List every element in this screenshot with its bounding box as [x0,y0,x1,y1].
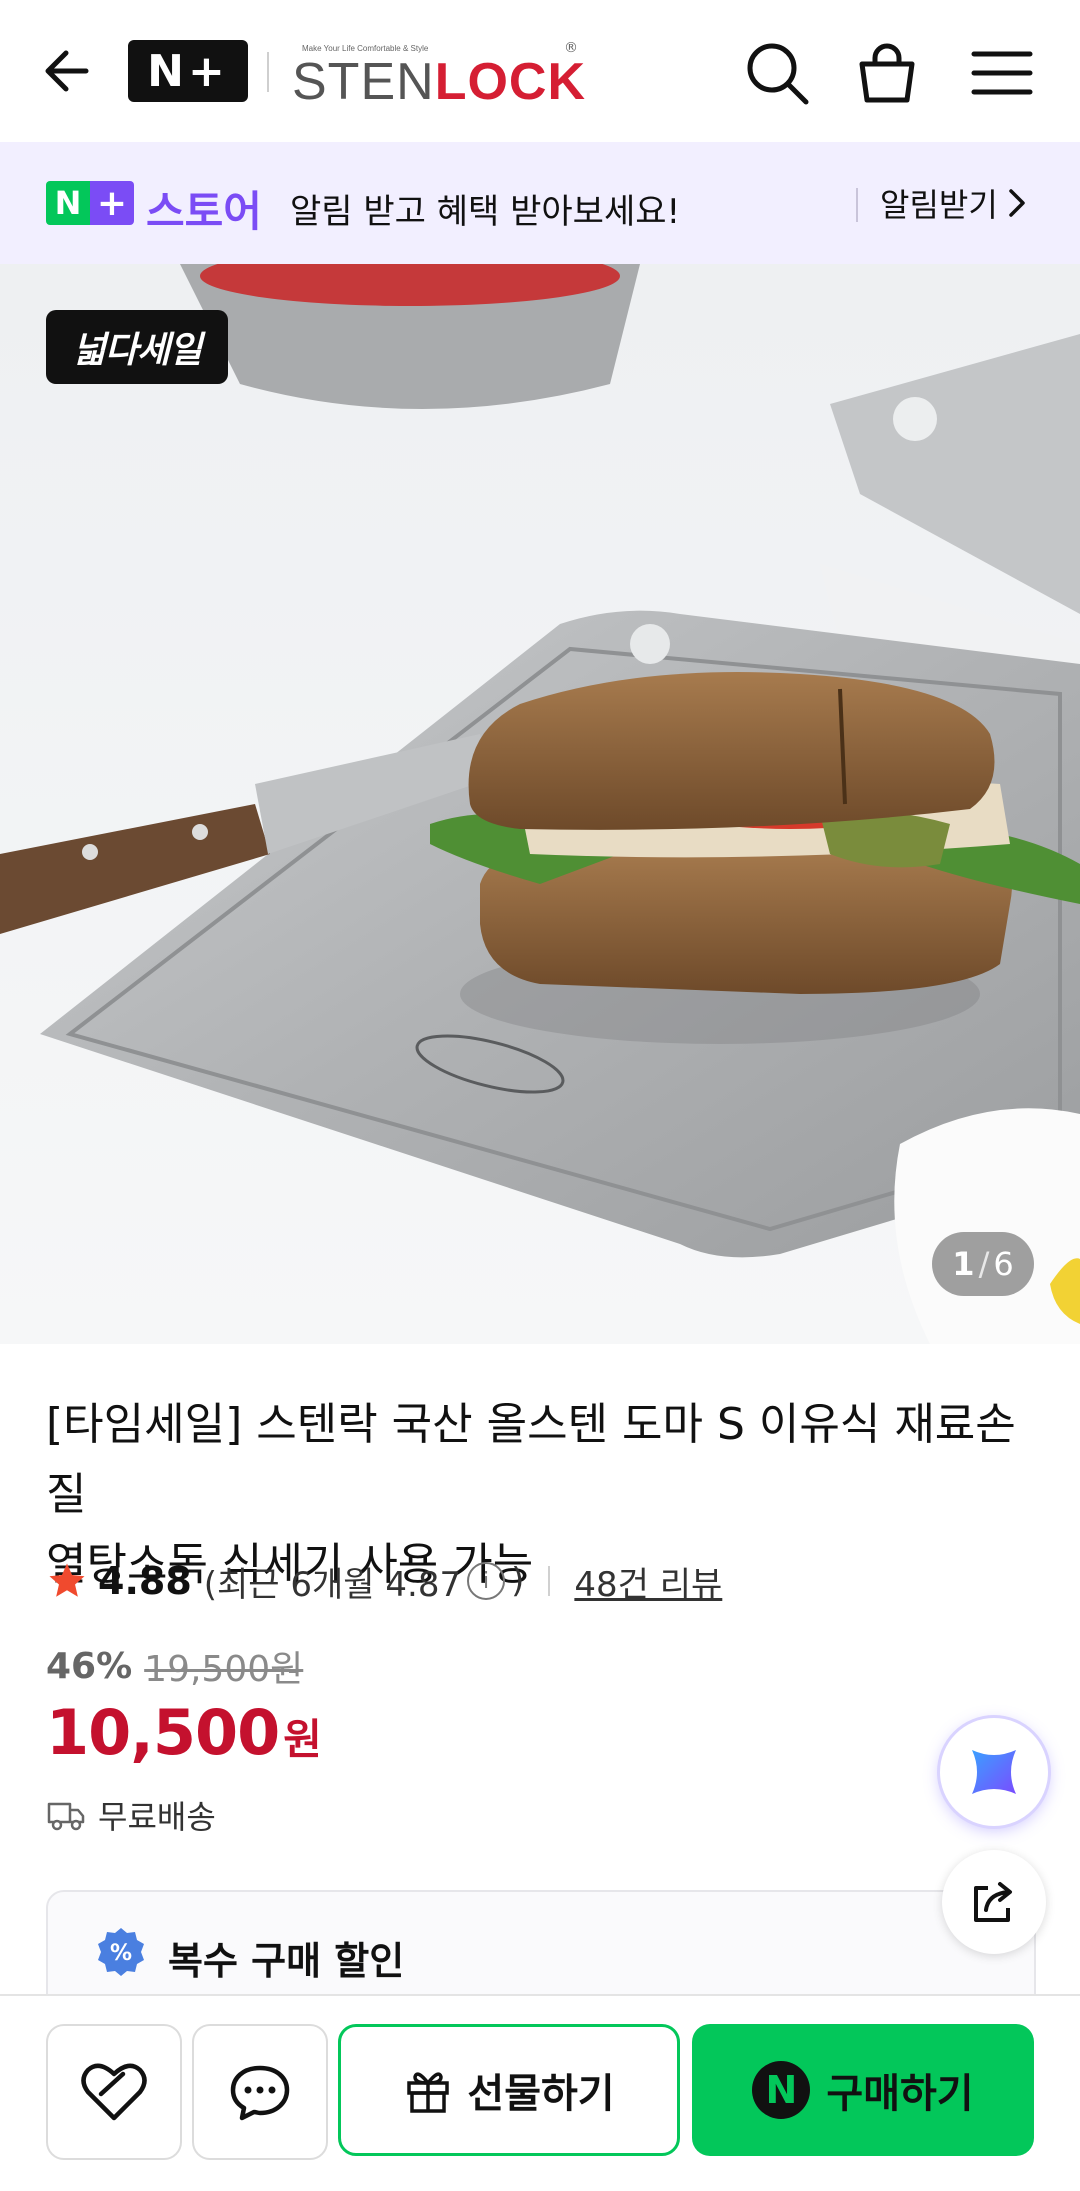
wishlist-button[interactable] [46,2024,182,2160]
chat-inquiry-button[interactable] [192,2024,328,2160]
image-separator: / [978,1245,990,1283]
brand-lock: LOCK [434,53,587,111]
price-unit: 원 [283,1715,322,1764]
subscribe-alert-button[interactable]: 알림받기 [880,180,1028,226]
star-icon [49,1563,85,1597]
discount-percent: 46% [46,1645,133,1687]
review-count-link[interactable]: 48건 리뷰 [574,1557,722,1606]
heart-outline-icon [81,2063,147,2121]
brand-wordmark: STENLOCK [292,52,586,112]
gift-button[interactable]: 선물하기 [338,2024,680,2156]
sale-price: 10,500 원 [46,1696,322,1769]
share-icon [974,1882,1012,1922]
header-divider [267,52,269,92]
hamburger-icon [971,51,1033,95]
image-current: 1 [952,1245,975,1283]
brand-sten: STEN [292,53,435,111]
ai-sparkle-icon [972,1750,1016,1794]
arrow-left-icon [45,50,89,92]
search-icon [747,43,809,105]
price-amount: 10,500 [46,1696,280,1769]
share-button[interactable] [942,1850,1046,1954]
image-total: 6 [993,1245,1014,1283]
original-price: 19,500원 [144,1649,304,1690]
menu-button[interactable] [962,36,1042,110]
shopping-bag-icon [859,43,915,103]
discount-badge-glyph: % [110,1941,132,1966]
promo-title: 복수 구매 할인 [168,1939,405,1983]
cart-button[interactable] [850,36,924,110]
sale-event-badge: 넓다세일 [46,310,228,384]
product-image-carousel[interactable] [0,264,1080,1344]
shipping-label: 무료배송 [98,1798,216,1836]
badge-plus: + [90,181,134,225]
truck-icon [47,1802,85,1831]
back-button[interactable] [36,36,106,106]
purchase-button[interactable]: N 구매하기 [692,2024,1034,2156]
discount-badge-icon: % [98,1928,144,1976]
shipping-info: 무료배송 [46,1792,216,1838]
banner-divider [856,188,858,222]
store-label: 스토어 [146,187,262,236]
rating-divider [548,1566,551,1596]
registered-mark: ® [564,40,578,56]
banner-message: 알림 받고 혜택 받아보세요! [290,192,681,232]
discount-info: 46% 19,500원 [46,1640,303,1692]
image-page-counter: 1 / 6 [932,1232,1034,1296]
purchase-label: 구매하기 [826,2071,974,2117]
stenlock-brand-logo[interactable]: Make Your Life Comfortable & Style STENL… [292,36,585,111]
naver-plus-logo[interactable]: N+ [128,40,248,102]
rating-score: 4.88 [98,1559,192,1603]
chevron-right-icon [1009,189,1025,217]
rating-summary: 4.88 (최근 6개월 4.87 i ) 48건 리뷰 [46,1556,722,1606]
naver-pay-icon: N [752,2061,811,2119]
chat-bubble-icon [230,2065,290,2121]
info-icon[interactable]: i [467,1562,506,1600]
search-button[interactable] [740,36,814,110]
recent-rating-close: ) [511,1561,525,1601]
badge-n: N [46,181,90,225]
ai-assistant-button[interactable] [940,1718,1048,1826]
naver-plus-store-badge: N + [46,181,136,225]
product-title-line1: [타임세일] 스텐락 국산 올스텐 도마 S 이유식 재료손질 [46,1399,1016,1520]
alarm-label: 알림받기 [880,186,998,224]
recent-rating: (최근 6개월 4.87 [203,1564,462,1605]
gift-label: 선물하기 [467,2071,615,2117]
product-photo [0,264,1080,1344]
gift-icon [407,2072,450,2113]
